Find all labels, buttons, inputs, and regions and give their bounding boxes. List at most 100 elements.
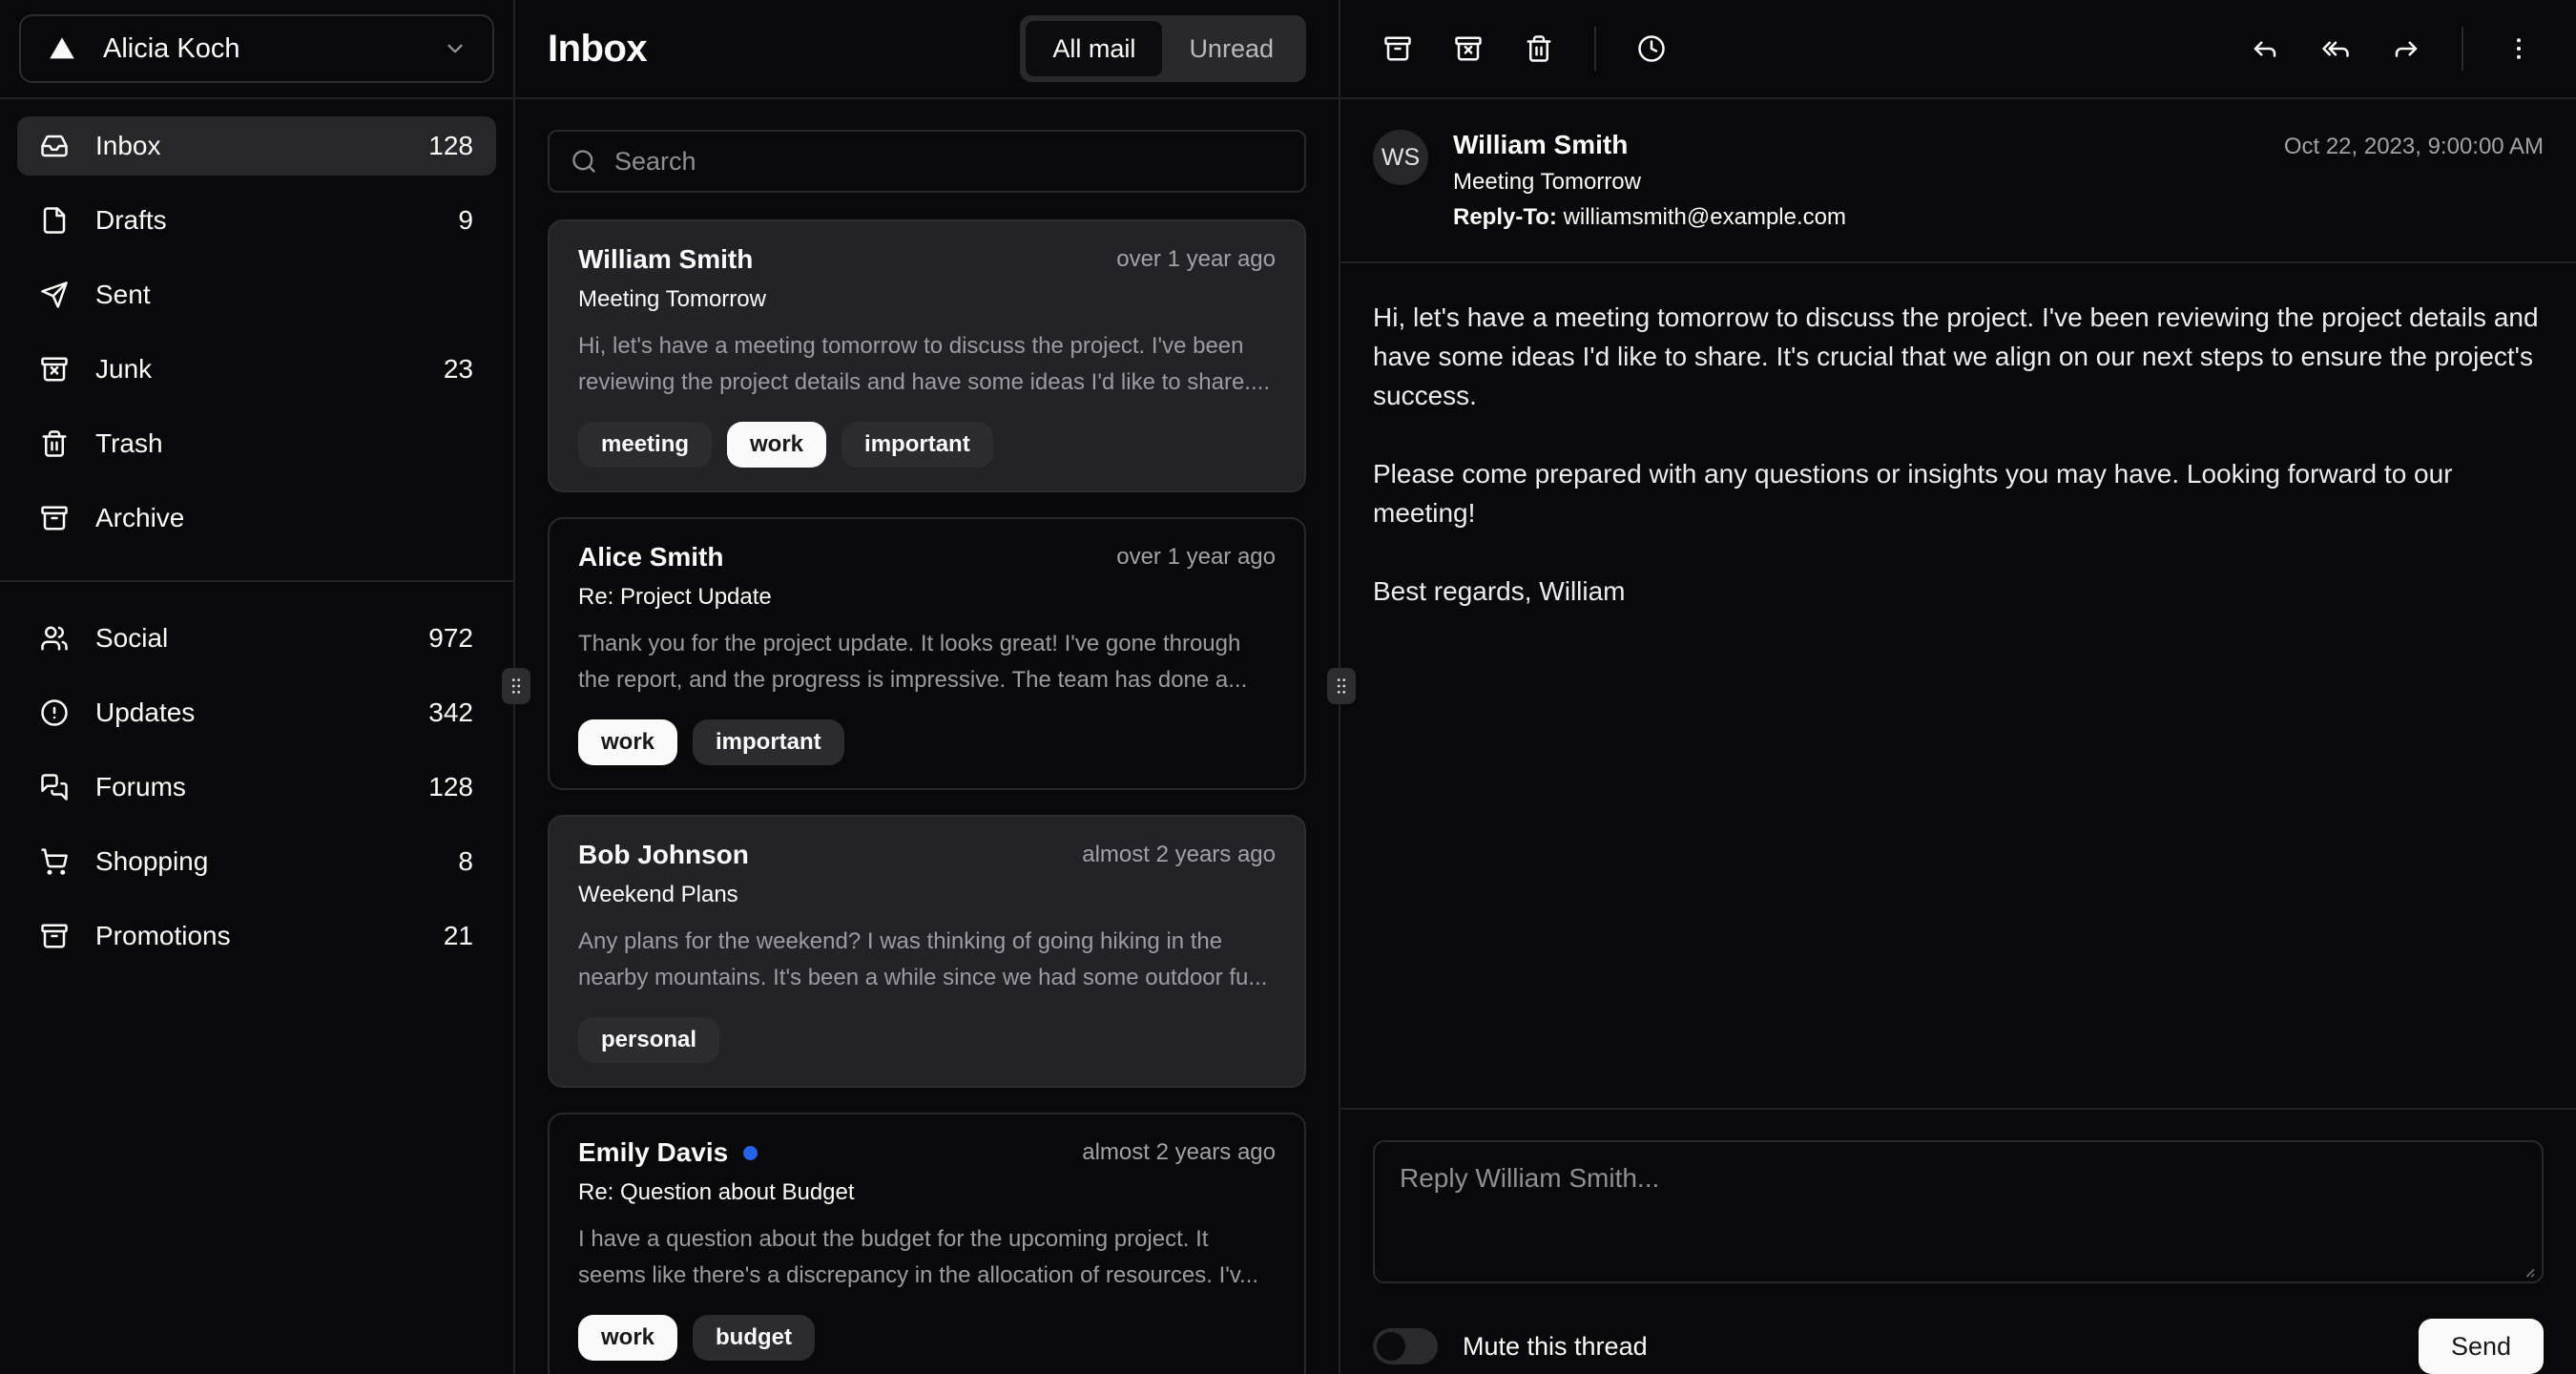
mail-preview: Any plans for the weekend? I was thinkin…: [578, 924, 1276, 996]
mail-list-item-alice[interactable]: Alice Smith over 1 year ago Re: Project …: [548, 517, 1306, 790]
mail-sender: William Smith: [578, 244, 753, 275]
mail-preview: Thank you for the project update. It loo…: [578, 626, 1276, 698]
mail-sender: Emily Davis: [578, 1137, 728, 1168]
sidebar-section-divider: [0, 580, 513, 582]
toolbar-divider: [1594, 27, 1596, 71]
mail-badges: meeting work important: [578, 422, 1276, 468]
sidebar-item-archive[interactable]: Archive: [17, 489, 496, 548]
mail-list-item-bob[interactable]: Bob Johnson almost 2 years ago Weekend P…: [548, 815, 1306, 1088]
sidebar-item-count: 9: [458, 205, 473, 236]
search-icon: [571, 148, 597, 175]
message-sender: William Smith: [1453, 130, 1846, 160]
sidebar-item-sent[interactable]: Sent: [17, 265, 496, 324]
resize-handle-icon[interactable]: [2517, 1260, 2536, 1279]
message-subject: Meeting Tomorrow: [1453, 169, 1846, 196]
inbox-icon: [40, 132, 69, 160]
tag-badge: important: [841, 422, 993, 468]
list-header: Inbox All mail Unread: [515, 0, 1339, 99]
reply-textarea[interactable]: [1373, 1140, 2544, 1283]
archive-x-icon: [1454, 34, 1483, 63]
mail-sender: Bob Johnson: [578, 840, 749, 870]
sidebar-item-shopping[interactable]: Shopping 8: [17, 832, 496, 891]
delete-button[interactable]: [1508, 18, 1569, 79]
move-to-junk-button[interactable]: [1438, 18, 1499, 79]
shopping-cart-icon: [40, 847, 69, 876]
forward-button[interactable]: [2376, 18, 2437, 79]
mail-list-panel: Inbox All mail Unread William Smith over…: [515, 0, 1340, 1374]
send-button[interactable]: Send: [2419, 1319, 2544, 1374]
body-paragraph: Please come prepared with any questions …: [1373, 454, 2544, 532]
tab-unread[interactable]: Unread: [1162, 21, 1300, 76]
mail-detail-panel: WS William Smith Meeting Tomorrow Reply-…: [1340, 0, 2576, 1374]
sidebar-item-inbox[interactable]: Inbox 128: [17, 116, 496, 176]
sidebar-item-forums[interactable]: Forums 128: [17, 758, 496, 817]
reply-to-email: williamsmith@example.com: [1564, 204, 1846, 230]
mail-time: over 1 year ago: [1116, 544, 1276, 571]
sidebar-item-label: Sent: [95, 280, 151, 310]
mail-subject: Re: Project Update: [578, 584, 1276, 611]
sidebar-item-label: Shopping: [95, 846, 208, 877]
sidebar-item-drafts[interactable]: Drafts 9: [17, 191, 496, 250]
sidebar-item-label: Forums: [95, 772, 186, 802]
archive-button[interactable]: [1367, 18, 1428, 79]
mail-preview: Hi, let's have a meeting tomorrow to dis…: [578, 328, 1276, 401]
grip-vertical-icon: [506, 674, 527, 698]
reply-all-button[interactable]: [2305, 18, 2366, 79]
account-switcher[interactable]: Alicia Koch: [19, 14, 494, 83]
mute-thread-toggle[interactable]: [1373, 1328, 1438, 1364]
archive-icon: [40, 504, 69, 532]
sidebar-item-count: 972: [428, 623, 473, 654]
sidebar-item-promotions[interactable]: Promotions 21: [17, 906, 496, 966]
forward-icon: [2392, 34, 2420, 63]
reply-icon: [2251, 34, 2279, 63]
mail-preview: I have a question about the budget for t…: [578, 1221, 1276, 1294]
reply-button[interactable]: [2234, 18, 2296, 79]
file-icon: [40, 206, 69, 235]
trash-icon: [40, 429, 69, 458]
chevron-down-icon: [443, 36, 467, 61]
search-input[interactable]: [614, 147, 1283, 177]
sidebar-item-updates[interactable]: Updates 342: [17, 683, 496, 742]
page-title: Inbox: [548, 28, 647, 71]
more-menu-button[interactable]: [2488, 18, 2549, 79]
avatar: WS: [1373, 130, 1428, 185]
body-paragraph: Hi, let's have a meeting tomorrow to dis…: [1373, 298, 2544, 415]
sidebar-item-social[interactable]: Social 972: [17, 609, 496, 668]
sidebar-item-count: 23: [444, 354, 473, 385]
brand-logo-icon: [46, 32, 78, 65]
mute-thread-label: Mute this thread: [1463, 1332, 1648, 1362]
sidebar-item-trash[interactable]: Trash: [17, 414, 496, 473]
sidebar-item-label: Trash: [95, 428, 163, 459]
sidebar-nav-secondary: Social 972 Updates 342 Forums 128: [0, 592, 513, 990]
reply-all-icon: [2321, 34, 2350, 63]
mail-sender: Alice Smith: [578, 542, 723, 572]
send-icon: [40, 281, 69, 309]
snooze-button[interactable]: [1621, 18, 1682, 79]
unread-dot-icon: [743, 1146, 758, 1160]
sidebar-item-label: Promotions: [95, 921, 231, 951]
sidebar-item-junk[interactable]: Junk 23: [17, 340, 496, 399]
reply-to-label: Reply-To:: [1453, 204, 1557, 230]
toolbar-divider: [2462, 27, 2463, 71]
tag-badge: work: [727, 422, 826, 468]
sidebar-item-count: 128: [428, 131, 473, 161]
reply-section: Mute this thread Send: [1340, 1108, 2576, 1374]
clock-icon: [1637, 34, 1666, 63]
sidebar-item-label: Drafts: [95, 205, 167, 236]
users-icon: [40, 624, 69, 653]
mail-time: almost 2 years ago: [1082, 842, 1276, 868]
archive-icon: [1383, 34, 1412, 63]
sidebar-item-count: 342: [428, 697, 473, 728]
panel-resize-handle-right[interactable]: [1327, 668, 1356, 704]
mail-badges: personal: [578, 1017, 1276, 1063]
mail-list-item-emily[interactable]: Emily Davis almost 2 years ago Re: Quest…: [548, 1113, 1306, 1374]
grip-vertical-icon: [1331, 674, 1352, 698]
tab-all-mail[interactable]: All mail: [1026, 21, 1162, 76]
mail-filter-tabs: All mail Unread: [1020, 15, 1306, 82]
sidebar-item-label: Junk: [95, 354, 152, 385]
panel-resize-handle-left[interactable]: [502, 668, 530, 704]
tag-badge: work: [578, 1315, 677, 1361]
message-date: Oct 22, 2023, 9:00:00 AM: [2284, 130, 2544, 160]
mail-list-item-william[interactable]: William Smith over 1 year ago Meeting To…: [548, 219, 1306, 492]
tag-badge: personal: [578, 1017, 719, 1063]
